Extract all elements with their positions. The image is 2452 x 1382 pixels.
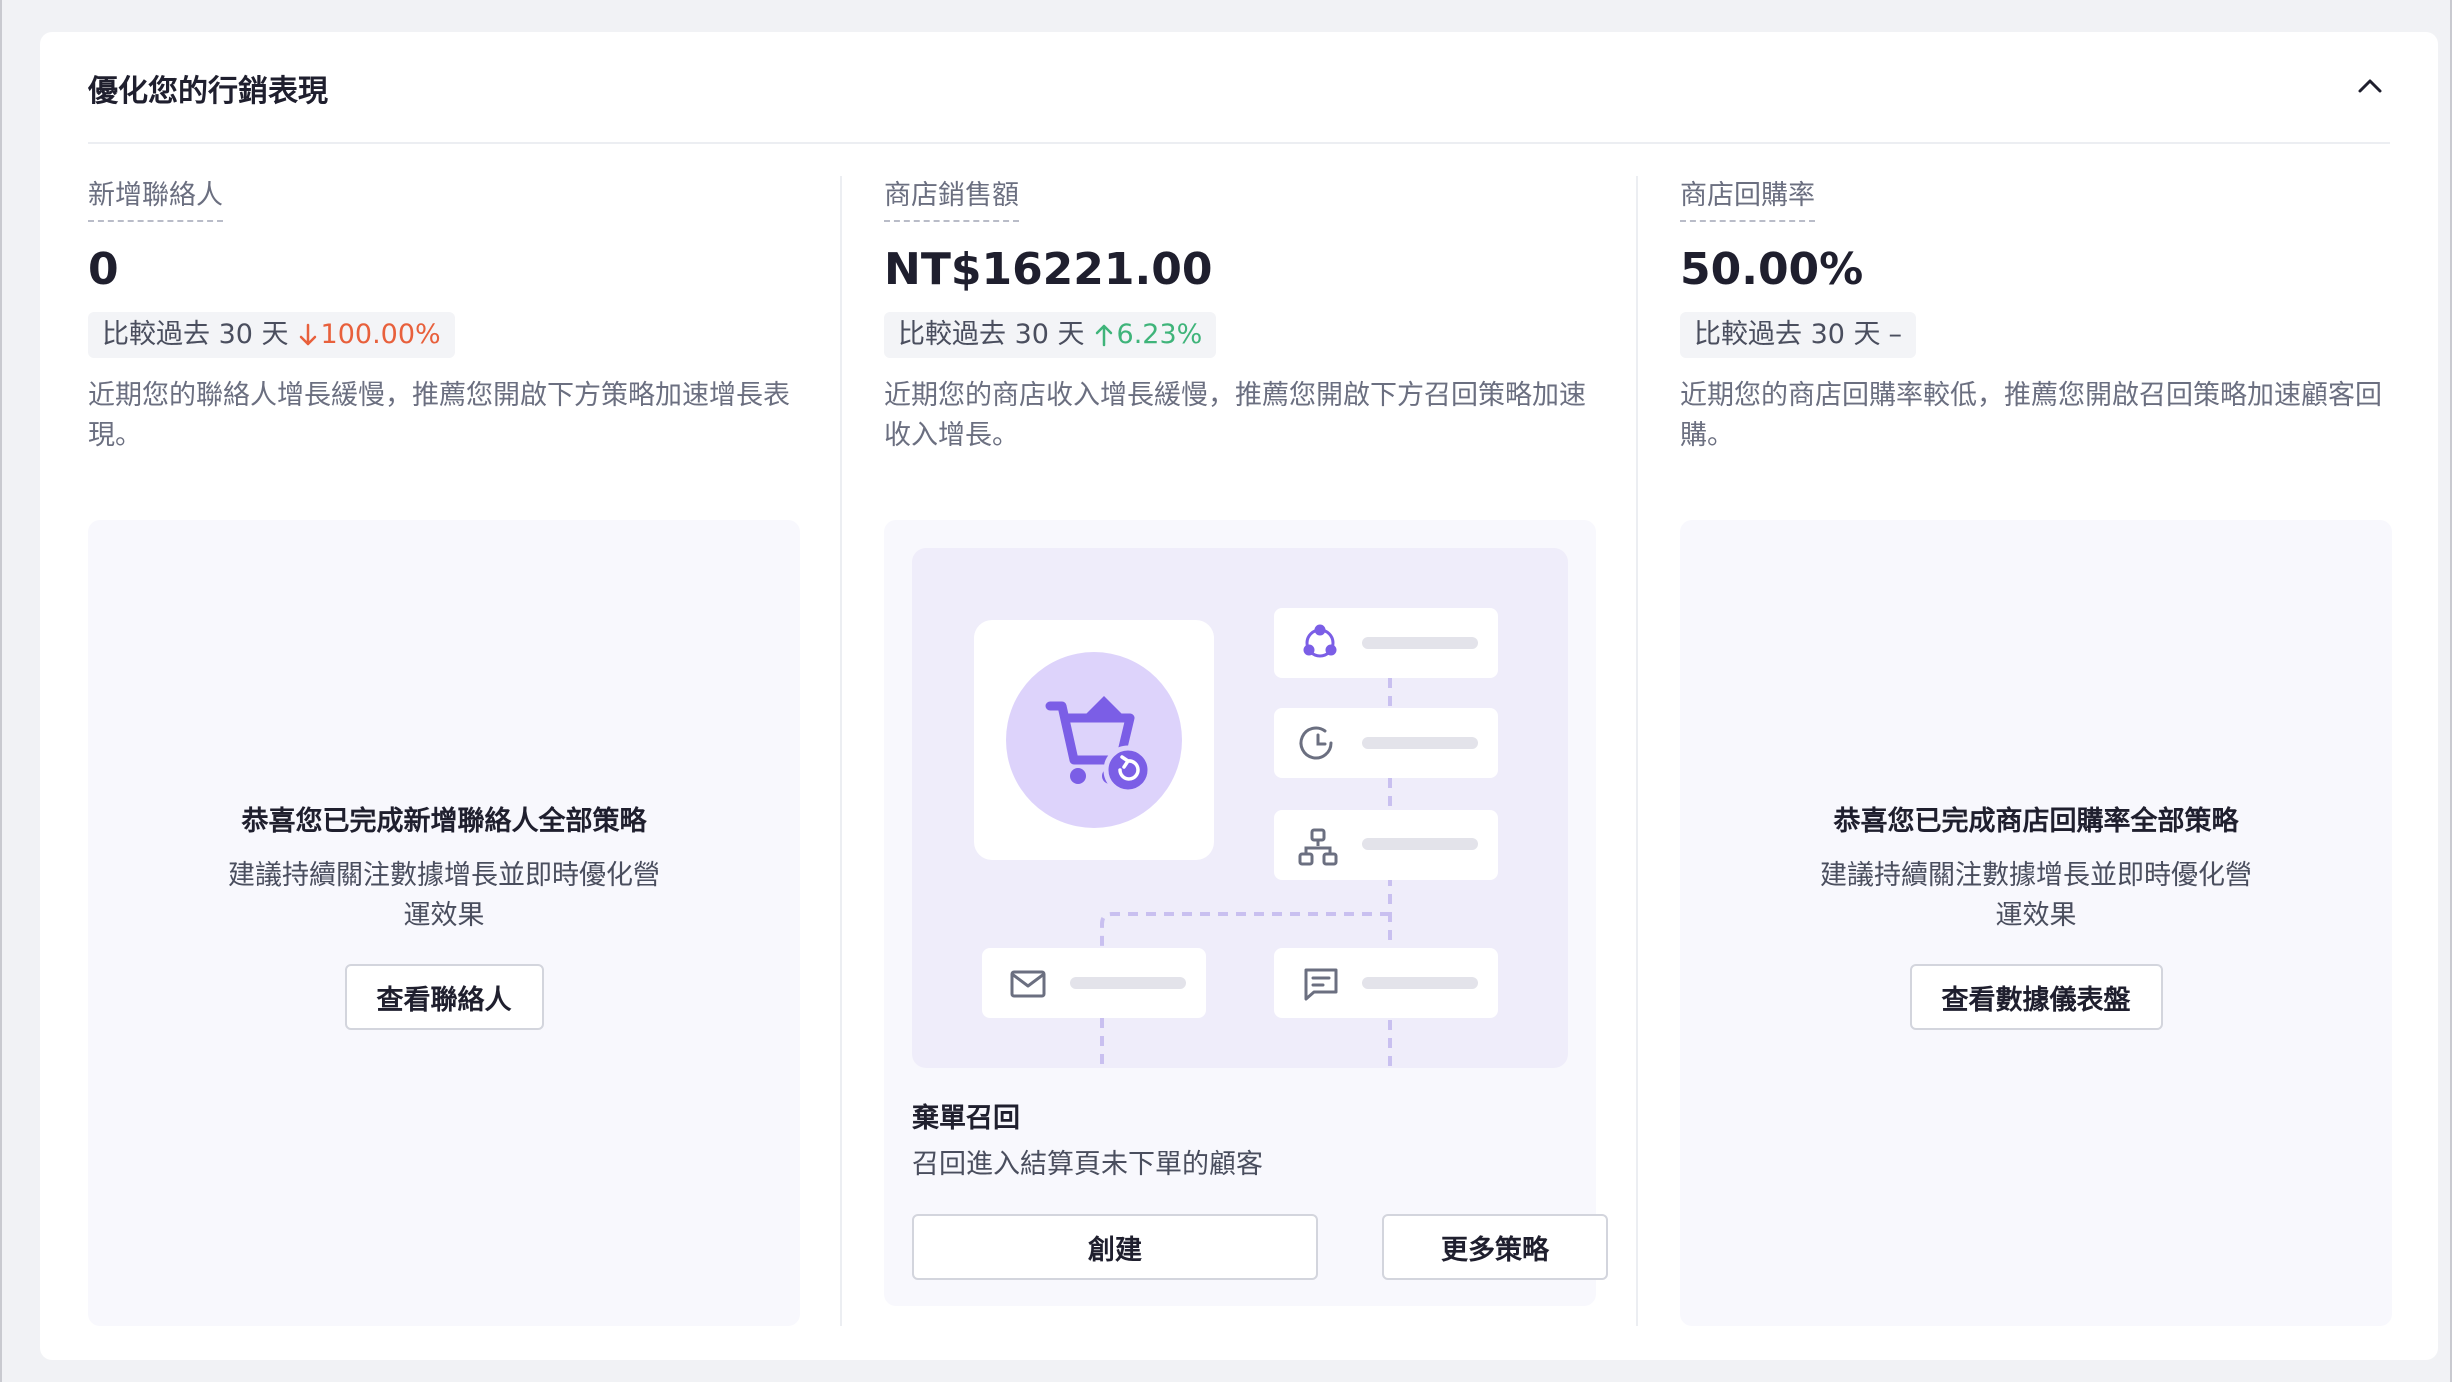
strategy-card: 棄單召回 召回進入結算頁未下單的顧客 創建 更多策略: [884, 520, 1608, 1306]
metric-label[interactable]: 商店回購率: [1680, 176, 1815, 222]
metric-label[interactable]: 新增聯絡人: [88, 176, 223, 222]
card-header: 優化您的行銷表現: [88, 32, 2390, 144]
arrow-up-icon: [1095, 324, 1112, 347]
metric-store-sales: 商店銷售額 NT$16221.00 比較過去 30 天 6.23% 近期您的商店…: [884, 176, 1608, 1326]
strategy-desc: 召回進入結算頁未下單的顧客: [912, 1149, 1263, 1180]
abandoned-cart-illustration: [912, 548, 1568, 1068]
marketing-performance-card: 優化您的行銷表現 新增聯絡人 0 比較過去 30 天 100.00% 近期您的聯…: [40, 32, 2438, 1360]
done-desc: 建議持續關注數據增長並即時優化營運效果: [228, 860, 660, 931]
compare-badge: 比較過去 30 天 100.00%: [88, 312, 455, 358]
view-dashboard-button[interactable]: 查看數據儀表盤: [1909, 964, 2163, 1030]
metric-label[interactable]: 商店銷售額: [884, 176, 1019, 222]
compare-text: 比較過去 30 天: [898, 319, 1085, 350]
change-value: 100.00%: [320, 319, 441, 350]
metric-value: 50.00%: [1680, 244, 1864, 295]
column-divider: [1636, 176, 1638, 1326]
chevron-up-icon[interactable]: [2350, 66, 2390, 106]
arrow-down-icon: [299, 323, 316, 346]
change-value: 6.23%: [1116, 319, 1203, 350]
done-desc: 建議持續關注數據增長並即時優化營運效果: [1820, 860, 2252, 931]
compare-text: 比較過去 30 天: [102, 319, 289, 350]
card-title: 優化您的行銷表現: [88, 74, 328, 109]
create-strategy-button[interactable]: 創建: [912, 1214, 1318, 1280]
view-contacts-button[interactable]: 查看聯絡人: [344, 964, 544, 1030]
compare-text: 比較過去 30 天: [1694, 319, 1881, 350]
metric-repurchase-rate: 商店回購率 50.00% 比較過去 30 天 – 近期您的商店回購率較低，推薦您…: [1680, 176, 2392, 1326]
done-title: 恭喜您已完成新增聯絡人全部策略: [241, 806, 647, 837]
metric-value: 0: [88, 244, 119, 295]
completed-panel: 恭喜您已完成商店回購率全部策略 建議持續關注數據增長並即時優化營運效果 查看數據…: [1680, 520, 2392, 1326]
metric-value: NT$16221.00: [884, 244, 1213, 295]
metric-new-contacts: 新增聯絡人 0 比較過去 30 天 100.00% 近期您的聯絡人增長緩慢，推薦…: [88, 176, 800, 1326]
completed-panel: 恭喜您已完成新增聯絡人全部策略 建議持續關注數據增長並即時優化營運效果 查看聯絡…: [88, 520, 800, 1326]
advice-text: 近期您的商店收入增長緩慢，推薦您開啟下方召回策略加速收入增長。: [884, 380, 1586, 451]
trend-change: 100.00%: [297, 312, 441, 358]
done-title: 恭喜您已完成商店回購率全部策略: [1833, 806, 2239, 837]
advice-text: 近期您的聯絡人增長緩慢，推薦您開啟下方策略加速增長表現。: [88, 380, 790, 451]
column-divider: [840, 176, 842, 1326]
advice-text: 近期您的商店回購率較低，推薦您開啟召回策略加速顧客回購。: [1680, 380, 2382, 451]
trend-change: 6.23%: [1093, 312, 1203, 358]
compare-badge: 比較過去 30 天 –: [1680, 312, 1917, 358]
compare-badge: 比較過去 30 天 6.23%: [884, 312, 1217, 358]
strategy-title: 棄單召回: [912, 1103, 1020, 1134]
more-strategies-button[interactable]: 更多策略: [1382, 1214, 1608, 1280]
change-value: –: [1888, 319, 1903, 350]
